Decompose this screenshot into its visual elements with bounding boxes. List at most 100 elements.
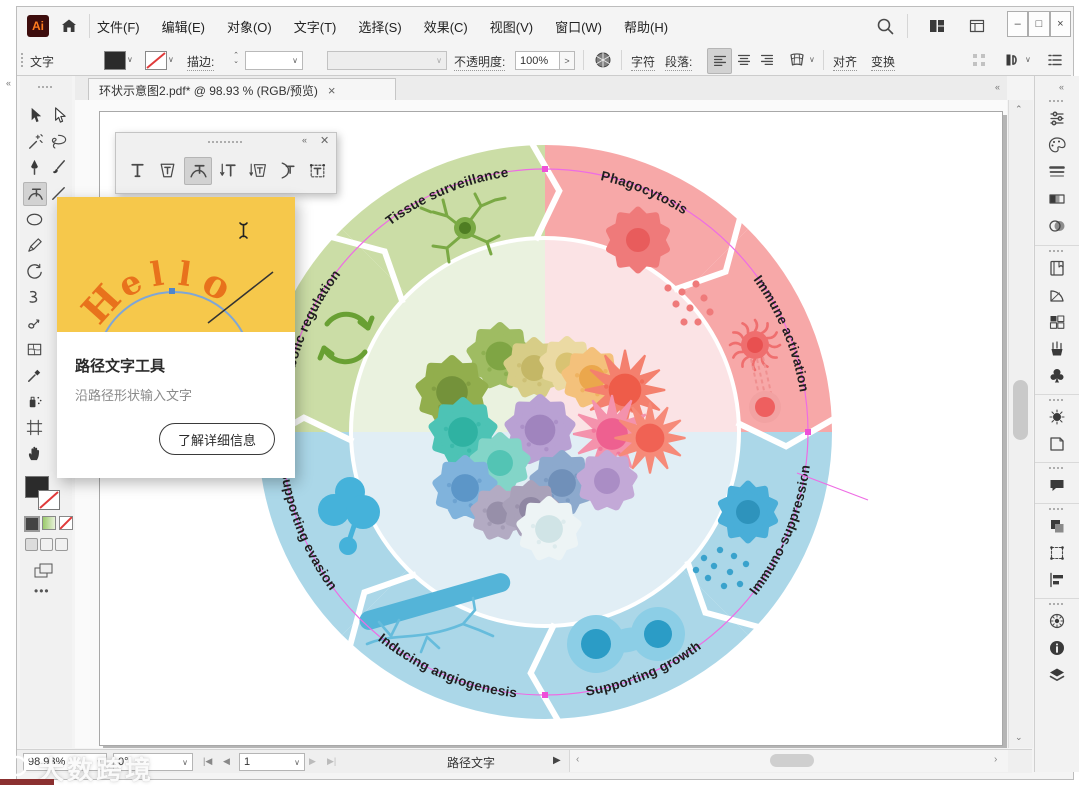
- magic-wand-tool[interactable]: [23, 130, 45, 152]
- vscroll-down-arrow[interactable]: ⌄: [1015, 732, 1023, 743]
- direct-selection-tool[interactable]: [47, 104, 69, 126]
- paintbrush-tool[interactable]: [47, 156, 69, 178]
- horizontal-scrollbar[interactable]: ‹ ›: [569, 750, 1008, 772]
- symbol-sprayer-tool[interactable]: [23, 390, 45, 412]
- align-label[interactable]: 对齐: [833, 53, 858, 71]
- hscroll-thumb[interactable]: [770, 754, 814, 767]
- hscroll-left-arrow[interactable]: ‹: [576, 754, 579, 765]
- type-on-path-tool[interactable]: [184, 157, 212, 185]
- align-panel[interactable]: [1045, 568, 1069, 592]
- free-transform-tool[interactable]: [23, 312, 45, 334]
- appearance-panel[interactable]: [1045, 405, 1069, 429]
- libraries-panel[interactable]: [1045, 256, 1069, 280]
- home-icon[interactable]: [59, 16, 79, 36]
- document-tab[interactable]: 环状示意图2.pdf* @ 98.93 % (RGB/预览) ×: [88, 78, 396, 101]
- symbols-panel[interactable]: [1045, 364, 1069, 388]
- search-icon[interactable]: [875, 16, 895, 36]
- screen-mode-button[interactable]: [33, 562, 55, 580]
- hand-tool[interactable]: [23, 442, 45, 464]
- dock-collapse-icon[interactable]: «: [1059, 82, 1064, 92]
- docking-dropdown-arrow[interactable]: ∨: [1025, 55, 1031, 64]
- width-tool[interactable]: [23, 286, 45, 308]
- type-tool[interactable]: [124, 157, 150, 183]
- stroke-weight-stepper[interactable]: ⌃ ⌄: [231, 52, 241, 67]
- menu-item-2[interactable]: 对象(O): [227, 17, 272, 36]
- vscroll-thumb[interactable]: [1013, 380, 1028, 440]
- info-panel[interactable]: [1045, 636, 1069, 660]
- warp-dropdown-arrow[interactable]: ∨: [809, 55, 815, 64]
- properties-panel[interactable]: [1045, 106, 1069, 130]
- workspace-switcher-icon[interactable]: [927, 16, 947, 36]
- transform-label[interactable]: 变换: [871, 53, 896, 71]
- menu-item-3[interactable]: 文字(T): [294, 17, 337, 36]
- vertical-type-on-path-tool[interactable]: [274, 157, 300, 183]
- close-button[interactable]: ×: [1049, 11, 1071, 37]
- list-icon[interactable]: [1045, 50, 1065, 70]
- rotation-dropdown[interactable]: 0° ∨: [113, 753, 193, 771]
- type-on-path-tool[interactable]: [23, 182, 47, 206]
- warp-icon[interactable]: [787, 50, 807, 70]
- arrange-documents-icon[interactable]: [967, 16, 987, 36]
- path-anchor-point[interactable]: [542, 166, 548, 172]
- pathfinder-panel[interactable]: [1045, 514, 1069, 538]
- document-tab-close-icon[interactable]: ×: [328, 83, 336, 98]
- next-artboard-button[interactable]: ▶: [309, 756, 316, 767]
- gradient-panel[interactable]: [1045, 187, 1069, 211]
- prev-artboard-button[interactable]: ◀: [223, 756, 230, 767]
- lasso-tool[interactable]: [47, 130, 69, 152]
- artboards-panel[interactable]: [1045, 310, 1069, 334]
- menu-item-8[interactable]: 帮助(H): [624, 17, 668, 36]
- align-center-button[interactable]: [732, 48, 755, 72]
- draw-inside-button[interactable]: [55, 538, 68, 551]
- menu-item-4[interactable]: 选择(S): [358, 17, 401, 36]
- more-tools-button[interactable]: •••: [34, 584, 50, 598]
- pencil-tool[interactable]: [23, 234, 45, 256]
- menu-item-7[interactable]: 窗口(W): [555, 17, 602, 36]
- stroke-color-indicator[interactable]: [38, 490, 60, 510]
- menu-item-0[interactable]: 文件(F): [97, 17, 140, 36]
- minimize-button[interactable]: –: [1007, 11, 1029, 37]
- color-wheel-icon[interactable]: [593, 50, 613, 70]
- last-artboard-button[interactable]: ▶|: [327, 756, 336, 767]
- brushes-panel[interactable]: [1045, 337, 1069, 361]
- docking-icon[interactable]: [1003, 50, 1023, 70]
- artboard-tool[interactable]: [23, 416, 45, 438]
- stroke-weight-input[interactable]: ∨: [245, 51, 303, 70]
- stroke-panel[interactable]: [1045, 160, 1069, 184]
- color-guide-panel[interactable]: [1045, 609, 1069, 633]
- align-right-button[interactable]: [756, 48, 779, 72]
- tools-collapse-icon[interactable]: «: [6, 78, 11, 88]
- status-expand-arrow[interactable]: ▶: [553, 755, 561, 766]
- variable-width-profile-dropdown[interactable]: ∨: [327, 51, 447, 70]
- stroke-dropdown-arrow[interactable]: ∨: [168, 55, 174, 64]
- menu-item-1[interactable]: 编辑(E): [162, 17, 205, 36]
- vscroll-up-arrow[interactable]: ⌃: [1015, 104, 1023, 115]
- transparency-panel[interactable]: [1045, 214, 1069, 238]
- color-mode-button[interactable]: [24, 516, 40, 532]
- paragraph-label[interactable]: 段落:: [665, 53, 693, 71]
- ellipse-tool[interactable]: [23, 208, 45, 230]
- swatches-panel[interactable]: [1045, 283, 1069, 307]
- selection-tool[interactable]: [23, 104, 45, 126]
- align-left-button[interactable]: [707, 48, 733, 74]
- vertical-area-type-tool[interactable]: [244, 157, 270, 183]
- vertical-type-tool[interactable]: [214, 157, 240, 183]
- tabbar-collapse-icon[interactable]: «: [995, 82, 1000, 92]
- stroke-color-swatch[interactable]: [145, 51, 167, 70]
- palette-collapse-icon[interactable]: «: [302, 135, 307, 145]
- color-panel[interactable]: [1045, 133, 1069, 157]
- artboard-number-dropdown[interactable]: 1 ∨: [239, 753, 305, 771]
- area-type-tool[interactable]: [154, 157, 180, 183]
- vertical-scrollbar[interactable]: ⌃ ⌄: [1008, 100, 1033, 748]
- zoom-level-dropdown[interactable]: 98.93% ∨: [23, 753, 107, 771]
- learn-more-button[interactable]: 了解详细信息: [159, 423, 275, 455]
- graphic-styles-panel[interactable]: [1045, 432, 1069, 456]
- hscroll-right-arrow[interactable]: ›: [994, 754, 997, 765]
- opacity-input[interactable]: 100%: [515, 51, 565, 70]
- path-anchor-point[interactable]: [542, 692, 548, 698]
- gradient-mode-button[interactable]: [42, 516, 56, 530]
- path-anchor-point[interactable]: [805, 429, 811, 435]
- character-label[interactable]: 字符: [631, 53, 656, 71]
- draw-normal-button[interactable]: [25, 538, 38, 551]
- rotate-tool[interactable]: [23, 260, 45, 282]
